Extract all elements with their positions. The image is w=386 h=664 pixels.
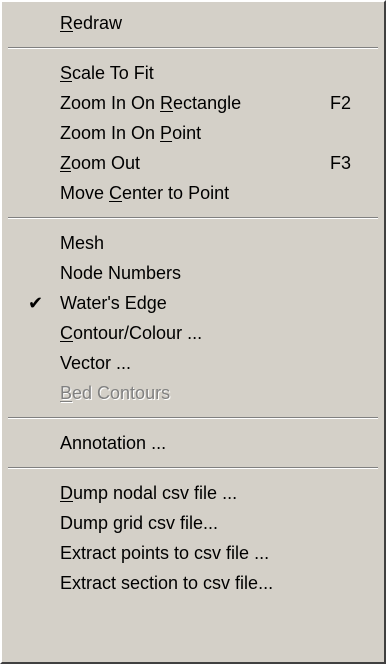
menu-separator: [2, 458, 384, 478]
menu-item-label: Water's Edge: [60, 293, 167, 313]
menu-item-dump-nodal-csv-file[interactable]: Dump nodal csv file ...: [2, 478, 384, 508]
menu-item-waters-edge[interactable]: ✔ Water's Edge: [2, 288, 384, 318]
menu-item-shortcut: F2: [330, 93, 352, 113]
menu-item-label: Extract section to csv file...: [60, 573, 274, 593]
menu-item-extract-section-to-csv-file[interactable]: Extract section to csv file...: [2, 568, 384, 598]
menu-item-zoom-in-on-rectangle[interactable]: Zoom In On Rectangle F2: [2, 88, 384, 118]
menu-item-label: Mesh: [60, 233, 105, 253]
menu-item-vector[interactable]: Vector ...: [2, 348, 384, 378]
menu-item-label: Move Center to Point: [60, 183, 230, 203]
menu-item-zoom-in-on-point[interactable]: Zoom In On Point: [2, 118, 384, 148]
menu-separator: [2, 208, 384, 228]
menu-item-label: Dump nodal csv file ...: [60, 483, 238, 503]
menu-item-redraw[interactable]: Redraw: [2, 8, 384, 38]
menu-item-label: Contour/Colour ...: [60, 323, 203, 343]
menu-item-mesh[interactable]: Mesh: [2, 228, 384, 258]
menu-item-label: Annotation ...: [60, 433, 167, 453]
menu-item-label: Zoom In On Rectangle: [60, 93, 242, 113]
menu-item-contour-colour[interactable]: Contour/Colour ...: [2, 318, 384, 348]
menu-item-scale-to-fit[interactable]: Scale To Fit: [2, 58, 384, 88]
menu-item-label: Extract points to csv file ...: [60, 543, 270, 563]
menu-item-shortcut: F3: [330, 153, 352, 173]
menu-item-extract-points-to-csv-file[interactable]: Extract points to csv file ...: [2, 538, 384, 568]
menu-item-label: Node Numbers: [60, 263, 182, 283]
menu-item-zoom-out[interactable]: Zoom Out F3: [2, 148, 384, 178]
menu-item-annotation[interactable]: Annotation ...: [2, 428, 384, 458]
menu-item-dump-grid-csv-file[interactable]: Dump grid csv file...: [2, 508, 384, 538]
checkmark-icon: ✔: [28, 293, 44, 313]
menu-item-label: Vector ...: [60, 353, 132, 373]
menu-item-move-center-to-point[interactable]: Move Center to Point: [2, 178, 384, 208]
menu-item-label: Bed Contours: [60, 383, 171, 403]
menu-separator: [2, 408, 384, 428]
menu-item-bed-contours: Bed Contours: [2, 378, 384, 408]
menu-item-node-numbers[interactable]: Node Numbers: [2, 258, 384, 288]
menu-item-label: Scale To Fit: [60, 63, 154, 83]
menu-item-label: Zoom In On Point: [60, 123, 202, 143]
menu-item-label: Zoom Out: [60, 153, 141, 173]
menu-item-label: Dump grid csv file...: [60, 513, 219, 533]
view-context-menu: Redraw Scale To Fit Zoom In On Rectangle F2…: [0, 0, 386, 664]
menu-item-label: Redraw: [60, 13, 123, 33]
menu-separator: [2, 38, 384, 58]
